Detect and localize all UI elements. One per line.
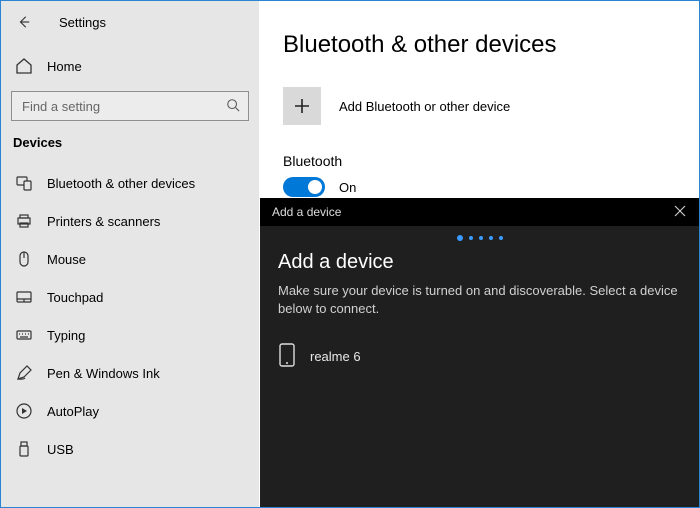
usb-icon xyxy=(15,440,33,458)
sidebar-item-typing[interactable]: Typing xyxy=(1,316,259,354)
add-device-button[interactable] xyxy=(283,87,321,125)
bluetooth-state: On xyxy=(339,180,356,195)
keyboard-icon xyxy=(15,326,33,344)
search-input[interactable] xyxy=(20,98,226,115)
devices-icon xyxy=(15,174,33,192)
dialog-header-title: Add a device xyxy=(272,205,341,219)
device-name: realme 6 xyxy=(310,349,361,364)
home-label: Home xyxy=(47,59,82,74)
phone-icon xyxy=(278,342,296,371)
back-icon[interactable] xyxy=(15,13,33,31)
touchpad-icon xyxy=(15,288,33,306)
sidebar-item-label: Pen & Windows Ink xyxy=(47,366,160,381)
sidebar-item-label: Bluetooth & other devices xyxy=(47,176,195,191)
sidebar-item-touchpad[interactable]: Touchpad xyxy=(1,278,259,316)
sidebar-item-label: Printers & scanners xyxy=(47,214,160,229)
nav-home[interactable]: Home xyxy=(1,51,259,81)
pen-icon xyxy=(15,364,33,382)
bluetooth-label: Bluetooth xyxy=(283,153,699,169)
add-device-dialog: Add a device Add a device Make sure your… xyxy=(260,198,699,507)
sidebar-item-label: Mouse xyxy=(47,252,86,267)
sidebar-item-label: USB xyxy=(47,442,74,457)
sidebar-item-printers[interactable]: Printers & scanners xyxy=(1,202,259,240)
mouse-icon xyxy=(15,250,33,268)
page-title: Bluetooth & other devices xyxy=(283,31,699,59)
sidebar-item-label: AutoPlay xyxy=(47,404,99,419)
sidebar-item-bluetooth[interactable]: Bluetooth & other devices xyxy=(1,164,259,202)
sidebar-item-label: Typing xyxy=(47,328,85,343)
app-title: Settings xyxy=(59,15,106,30)
sidebar-item-mouse[interactable]: Mouse xyxy=(1,240,259,278)
search-icon[interactable] xyxy=(226,98,240,115)
sidebar-item-autoplay[interactable]: AutoPlay xyxy=(1,392,259,430)
autoplay-icon xyxy=(15,402,33,420)
close-button[interactable] xyxy=(673,204,687,221)
dialog-subtitle: Make sure your device is turned on and d… xyxy=(278,282,681,318)
device-list-item[interactable]: realme 6 xyxy=(278,336,681,377)
bluetooth-toggle[interactable] xyxy=(283,177,325,197)
add-device-label: Add Bluetooth or other device xyxy=(339,99,510,114)
search-box[interactable] xyxy=(11,91,249,121)
home-icon xyxy=(15,57,33,75)
sidebar-section-header: Devices xyxy=(1,129,259,164)
sidebar-item-label: Touchpad xyxy=(47,290,103,305)
sidebar-item-pen[interactable]: Pen & Windows Ink xyxy=(1,354,259,392)
dialog-title: Add a device xyxy=(278,251,681,274)
progress-dots xyxy=(278,234,681,247)
sidebar-item-usb[interactable]: USB xyxy=(1,430,259,468)
settings-sidebar: Settings Home Devices xyxy=(1,1,259,507)
printer-icon xyxy=(15,212,33,230)
